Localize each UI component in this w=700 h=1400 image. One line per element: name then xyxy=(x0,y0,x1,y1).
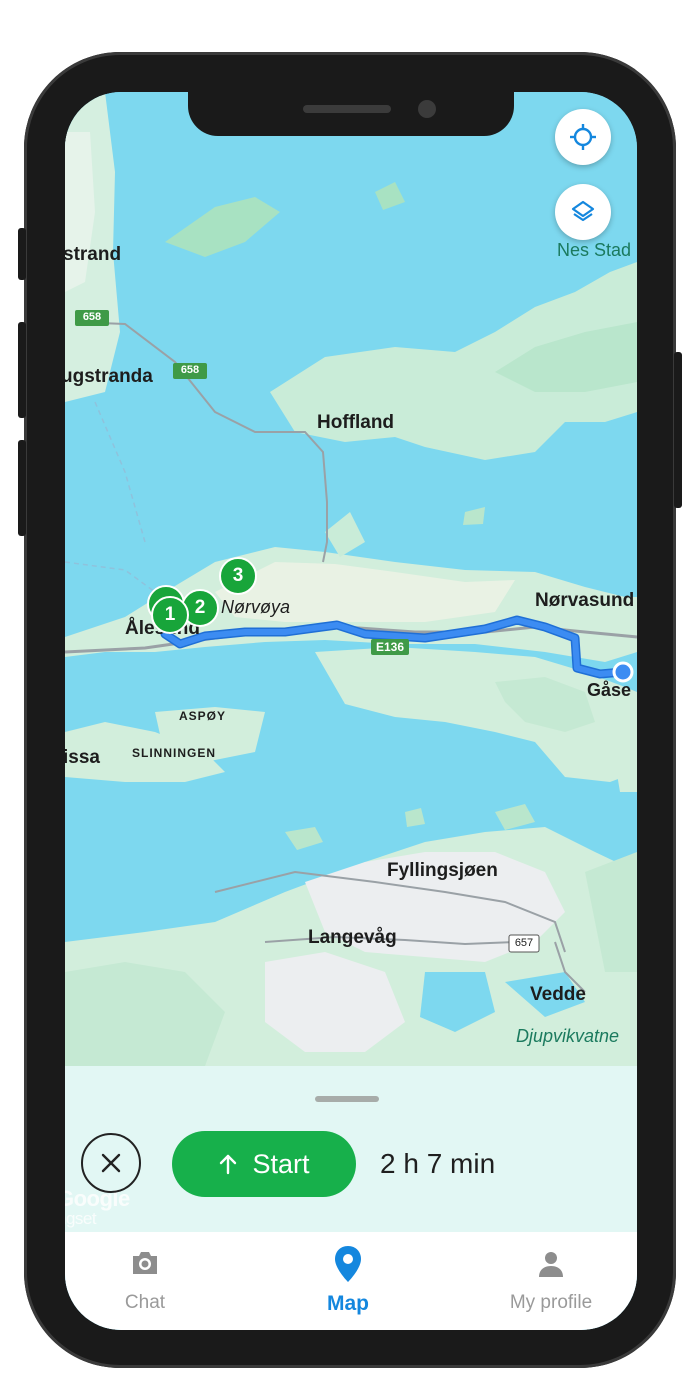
tab-my-profile[interactable]: My profile xyxy=(456,1232,637,1330)
place-label: Gåse xyxy=(587,680,632,700)
front-camera xyxy=(418,100,436,118)
place-label: Hoffland xyxy=(317,412,395,433)
cancel-route-button[interactable] xyxy=(81,1133,141,1193)
place-label: issa xyxy=(65,747,100,768)
layers-button[interactable] xyxy=(555,184,611,240)
place-label: Djupvikvatne xyxy=(516,1026,620,1046)
place-label: ASPØY xyxy=(179,709,227,723)
crosshair-icon xyxy=(570,124,596,150)
side-button xyxy=(674,352,682,508)
road-label-658: 658 xyxy=(180,364,200,376)
phone-notch xyxy=(188,92,514,136)
tab-map-label: Map xyxy=(327,1292,369,1315)
place-label: Nørvasund xyxy=(535,590,635,611)
speaker xyxy=(303,105,391,113)
person-icon xyxy=(539,1252,563,1277)
place-label: ugstranda xyxy=(65,366,153,387)
tab-my-profile-label: My profile xyxy=(509,1292,593,1313)
bottom-tab-bar: Chat Map My profile xyxy=(65,1232,637,1330)
map-pin-1[interactable]: 1 xyxy=(151,596,189,634)
sheet-drag-handle[interactable] xyxy=(315,1096,379,1102)
map-pin-icon xyxy=(335,1246,361,1282)
place-label: Nes Stad xyxy=(557,240,632,260)
layers-icon xyxy=(571,200,595,222)
start-label: Start xyxy=(252,1148,310,1179)
arrow-up-icon xyxy=(220,1154,237,1175)
tab-chat-label: Chat xyxy=(124,1292,166,1313)
road-label-e136: E136 xyxy=(375,640,405,654)
camera-icon xyxy=(133,1252,157,1274)
close-icon xyxy=(101,1153,121,1173)
route-duration: 2 h 7 min xyxy=(380,1148,496,1179)
screen: 658 658 E136 657 strand ugstranda Nes St… xyxy=(65,92,637,1330)
tab-map[interactable]: Map xyxy=(253,1232,443,1330)
side-button xyxy=(18,228,26,280)
google-attribution: Google ngset xyxy=(65,1186,130,1228)
side-button xyxy=(18,440,26,536)
side-button xyxy=(18,322,26,418)
place-label: Langevåg xyxy=(308,927,397,948)
route-sheet: Google ngset Start 2 h 7 min xyxy=(65,1066,637,1232)
place-label: Fyllingsjøen xyxy=(387,860,498,881)
place-label: strand xyxy=(65,244,122,265)
map-pin-3[interactable]: 3 xyxy=(219,557,257,595)
road-label-657: 657 xyxy=(514,937,534,949)
tab-chat[interactable]: Chat xyxy=(65,1232,240,1330)
attribution-sub: ngset xyxy=(65,1209,97,1228)
locate-button[interactable] xyxy=(555,109,611,165)
place-label: Vedde xyxy=(530,984,586,1005)
road-label-658: 658 xyxy=(82,311,102,323)
start-navigation-button[interactable]: Start xyxy=(172,1131,356,1197)
place-label: SLINNINGEN xyxy=(132,746,217,760)
place-label: Nørvøya xyxy=(221,597,290,617)
